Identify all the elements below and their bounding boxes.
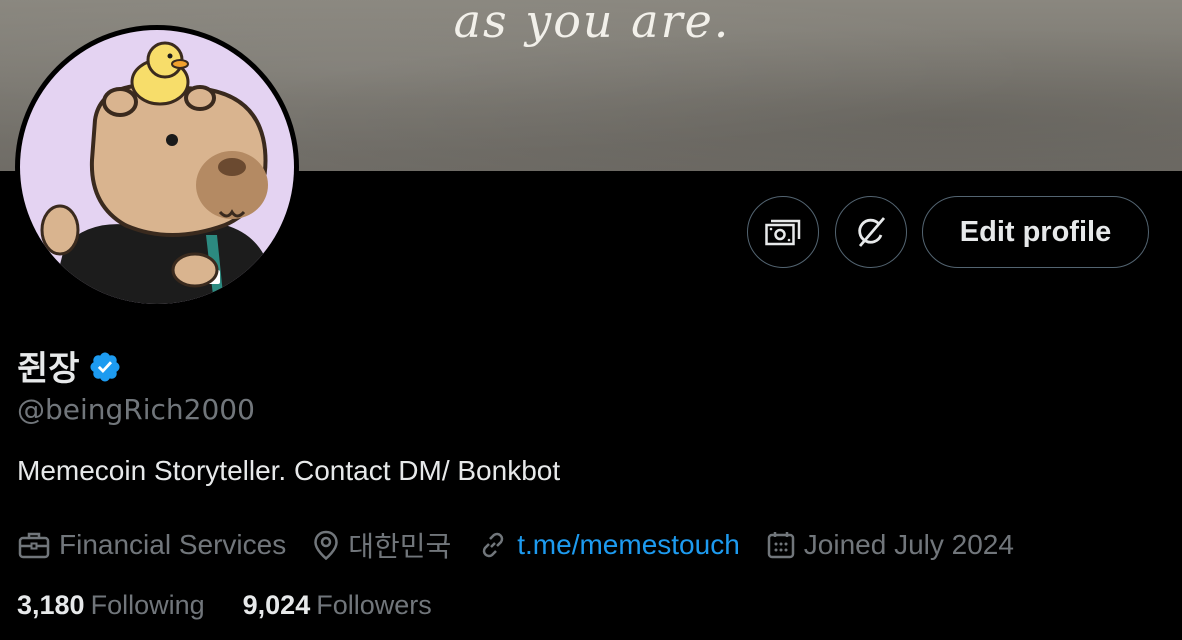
- link-icon: [483, 532, 504, 558]
- grok-button[interactable]: [835, 196, 907, 268]
- edit-profile-button[interactable]: Edit profile: [922, 196, 1149, 268]
- website-link[interactable]: t.me/memestouch: [517, 529, 740, 561]
- location-item: 대한민국: [312, 525, 451, 565]
- website-item: t.me/memestouch: [477, 529, 740, 561]
- display-name: 쥔장: [17, 349, 80, 389]
- following-count: 3,180: [17, 590, 85, 620]
- joined-label: Joined July 2024: [803, 529, 1014, 560]
- location-pin-icon: [314, 530, 338, 561]
- profile-meta: Financial Services 대한민국 t.me/memestouch …: [17, 525, 1040, 565]
- followers-label: Followers: [316, 590, 432, 620]
- following-link[interactable]: 3,180 Following: [17, 590, 205, 621]
- capybara-illustration: [40, 41, 275, 304]
- briefcase-icon: [18, 532, 50, 559]
- grok-icon: [858, 217, 886, 247]
- tip-button[interactable]: [747, 196, 819, 268]
- name-row: 쥔장: [17, 341, 122, 390]
- profile-bio: Memecoin Storyteller. Contact DM/ Bonkbo…: [17, 455, 561, 486]
- following-label: Following: [90, 590, 205, 620]
- follow-stats: 3,180 Following 9,024 Followers: [17, 590, 470, 621]
- followers-count: 9,024: [242, 590, 311, 620]
- avatar-image: [20, 30, 294, 304]
- followers-link[interactable]: 9,024 Followers: [243, 590, 432, 621]
- category-item: Financial Services: [17, 529, 286, 561]
- money-icon: [765, 219, 801, 246]
- profile-avatar[interactable]: [15, 25, 299, 309]
- location-label: 대한민국: [348, 531, 452, 562]
- verified-badge-icon[interactable]: [88, 350, 122, 384]
- category-label: Financial Services: [59, 529, 287, 560]
- calendar-icon: [767, 532, 795, 559]
- user-handle: @beingRich2000: [17, 393, 255, 426]
- joined-item: Joined July 2024: [766, 529, 1014, 561]
